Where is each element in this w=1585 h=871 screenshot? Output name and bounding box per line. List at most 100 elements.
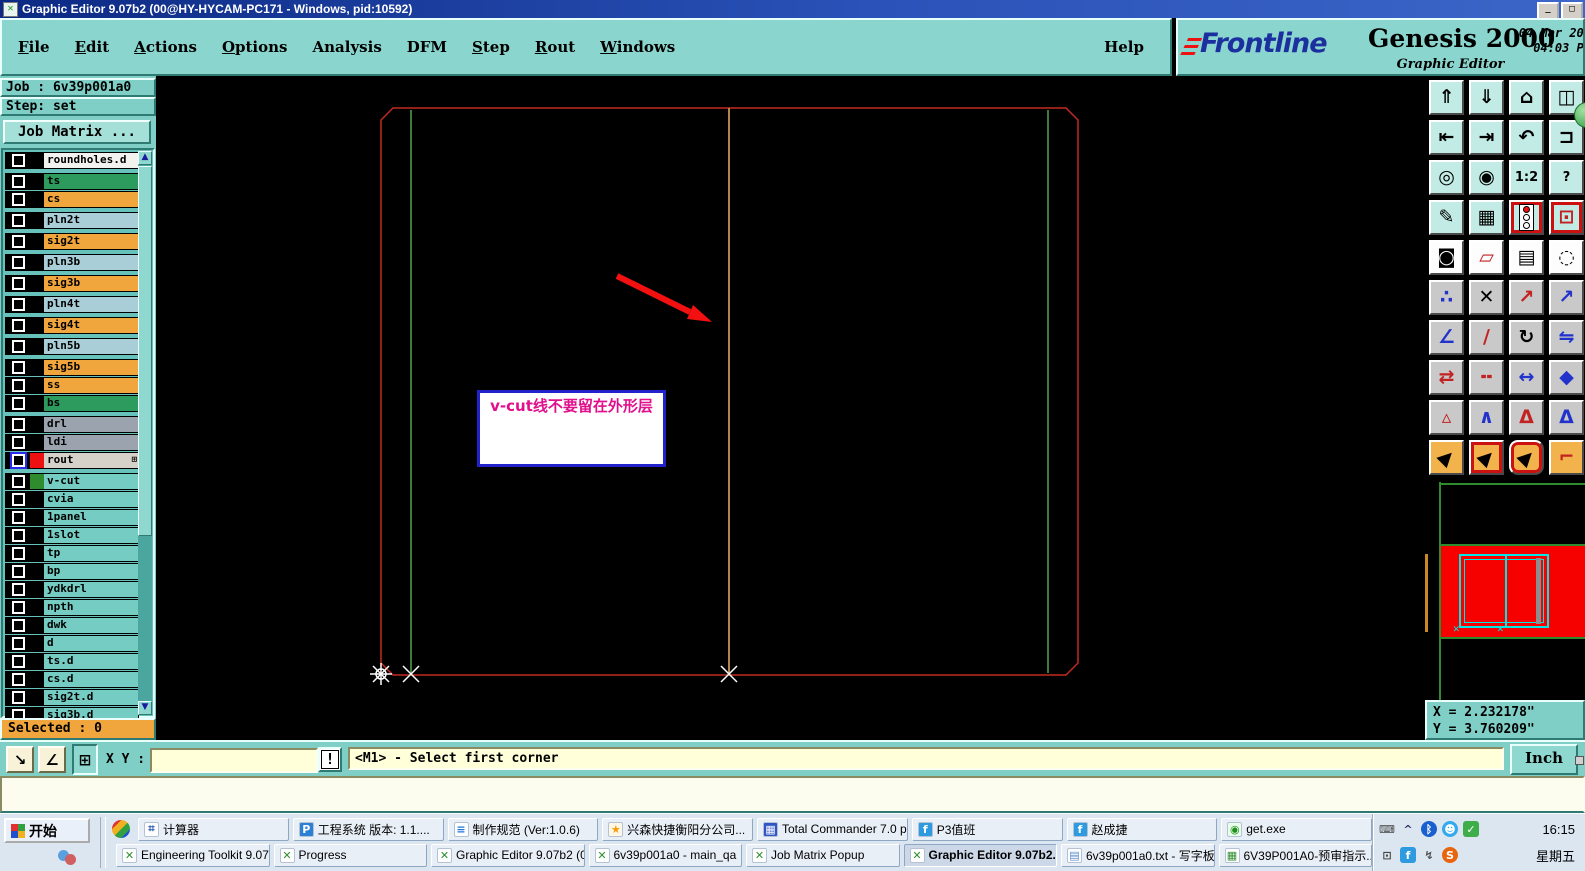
layer-color-swatch[interactable] (30, 234, 44, 249)
task-p3-duty[interactable]: f P3值班 (911, 817, 1063, 841)
rotate-icon[interactable]: ↻ (1509, 320, 1544, 355)
layer-name[interactable]: ts.d (44, 654, 138, 669)
antivirus-shield-icon[interactable]: ✓ (1463, 821, 1479, 837)
home-view-icon[interactable]: ⌂ (1509, 80, 1544, 115)
layer-name[interactable]: ts (44, 174, 138, 189)
task-main-qa[interactable]: ✕ 6v39p001a0 - main_qa (588, 843, 742, 867)
layer-checkbox[interactable] (6, 360, 30, 375)
layer-checkbox[interactable] (6, 510, 30, 525)
sogou-icon[interactable]: S (1442, 847, 1458, 863)
scroll-up-icon[interactable]: ▲ (138, 151, 152, 165)
layer-row-ts[interactable]: ts (5, 173, 139, 190)
layer-name[interactable]: pln4t (44, 297, 138, 312)
layer-checkbox[interactable] (6, 255, 30, 270)
layer-color-swatch[interactable] (30, 618, 44, 633)
layer-name[interactable]: drl (44, 417, 138, 432)
layer-color-swatch[interactable] (30, 564, 44, 579)
units-button[interactable]: Inch (1510, 744, 1584, 775)
layer-name[interactable]: sig4t (44, 318, 138, 333)
layer-color-swatch[interactable] (30, 360, 44, 375)
select-frame-icon[interactable]: ▶ (1469, 440, 1504, 475)
scroll-right-icon[interactable]: ⇥ (1469, 120, 1504, 155)
layer-name[interactable]: sig5b (44, 360, 138, 375)
layer-row-ydkdrl[interactable]: ydkdrl (5, 581, 139, 598)
measure-width-icon[interactable]: ↔ (1509, 360, 1544, 395)
zoom-ratio-icon[interactable]: 1:2 (1509, 160, 1544, 195)
task-eng-system[interactable]: P 工程系统 版本: 1.1.... (292, 817, 444, 841)
chevron-up-icon[interactable]: ∧ (1469, 400, 1504, 435)
layer-checkbox[interactable] (6, 417, 30, 432)
line-measure-icon[interactable]: ∕ (1469, 320, 1504, 355)
task-calculator[interactable]: ⌗ 计算器 (138, 817, 289, 841)
layer-name[interactable]: ldi (44, 435, 138, 450)
overview-thumbnail[interactable]: ✕ ✕ (1425, 482, 1585, 700)
collapse-tray-icon[interactable]: ^ (1400, 821, 1416, 837)
layer-color-swatch[interactable] (30, 417, 44, 432)
layer-row-sig3b[interactable]: sig3b (5, 275, 139, 292)
layer-name[interactable]: 1slot (44, 528, 138, 543)
layer-checkbox[interactable] (6, 339, 30, 354)
layer-row-pln3b[interactable]: pln3b (5, 254, 139, 271)
menu-rout[interactable]: Rout (535, 38, 575, 56)
layer-row-drl[interactable]: drl (5, 416, 139, 433)
menu-edit[interactable]: Edit (75, 38, 110, 56)
layer-checkbox[interactable] (6, 546, 30, 561)
layer-name[interactable]: dwk (44, 618, 138, 633)
layer-name[interactable]: ydkdrl (44, 582, 138, 597)
layer-row-pln5b[interactable]: pln5b (5, 338, 139, 355)
angle-measure-icon[interactable]: ∠ (1429, 320, 1464, 355)
profile-mode-icon[interactable]: ▱ (1469, 240, 1504, 275)
layer-checkbox[interactable] (6, 582, 30, 597)
layer-checkbox[interactable] (6, 618, 30, 633)
layer-row-v-cut[interactable]: v-cut (5, 473, 139, 490)
menu-options[interactable]: Options (222, 38, 288, 56)
task-progress[interactable]: ✕ Progress (273, 843, 427, 867)
triangle-solid-icon[interactable]: Δ (1509, 400, 1544, 435)
layer-row-bp[interactable]: bp (5, 563, 139, 580)
layer-checkbox[interactable] (6, 234, 30, 249)
layer-checkbox[interactable] (6, 435, 30, 450)
task-job-matrix-popup[interactable]: ✕ Job Matrix Popup (746, 843, 900, 867)
layer-name[interactable]: v-cut (44, 474, 138, 489)
feiq-icon[interactable]: f (1400, 847, 1416, 863)
bluetooth-icon[interactable]: ᛒ (1421, 821, 1437, 837)
zoom-area-button[interactable]: ↘ (6, 746, 34, 773)
surface-edit-icon[interactable]: ◆ (1549, 360, 1584, 395)
layer-name[interactable]: tp (44, 546, 138, 561)
layer-checkbox[interactable] (6, 174, 30, 189)
layer-row-ts.d[interactable]: ts.d (5, 653, 139, 670)
layer-row-sig4t[interactable]: sig4t (5, 317, 139, 334)
layer-color-swatch[interactable] (30, 192, 44, 207)
layer-row-sig5b[interactable]: sig5b (5, 359, 139, 376)
mask-mode-icon[interactable]: ◌ (1549, 240, 1584, 275)
layer-color-swatch[interactable] (30, 276, 44, 291)
layer-name[interactable]: pln3b (44, 255, 138, 270)
layer-color-swatch[interactable] (30, 213, 44, 228)
layer-row-pln4t[interactable]: pln4t (5, 296, 139, 313)
layer-checkbox[interactable] (6, 213, 30, 228)
task-review-doc[interactable]: ▦ 6V39P001A0-预审指示.... (1218, 843, 1372, 867)
layer-color-swatch[interactable] (30, 435, 44, 450)
layer-checkbox[interactable] (6, 636, 30, 651)
help-pointer-icon[interactable]: ? (1549, 160, 1584, 195)
layer-row-npth[interactable]: npth (5, 599, 139, 616)
grid-toggle-icon[interactable]: ▦ (1469, 200, 1504, 235)
layer-color-swatch[interactable] (30, 672, 44, 687)
layer-row-sig2t[interactable]: sig2t (5, 233, 139, 250)
layer-row-dwk[interactable]: dwk (5, 617, 139, 634)
menu-help[interactable]: Help (1104, 38, 1144, 56)
layer-row-bs[interactable]: bs (5, 395, 139, 412)
select-poly-icon[interactable]: ▶ (1509, 440, 1544, 475)
layer-color-swatch[interactable] (30, 690, 44, 705)
copy-layer-icon[interactable]: ↗ (1509, 280, 1544, 315)
layer-scrollbar[interactable]: ▲ ▼ (138, 151, 152, 715)
task-company[interactable]: ★ 兴森快捷衡阳分公司... (602, 817, 753, 841)
layer-row-ldi[interactable]: ldi (5, 434, 139, 451)
job-matrix-button[interactable]: Job Matrix ... (3, 120, 151, 144)
layer-name[interactable]: pln5b (44, 339, 138, 354)
task-total-commander[interactable]: ▦ Total Commander 7.0 p... (757, 817, 908, 841)
origin-traffic-icon[interactable] (1509, 200, 1544, 235)
resize-grip[interactable] (1575, 756, 1584, 765)
active-params-icon[interactable]: ⊡ (1549, 200, 1584, 235)
menu-dfm[interactable]: DFM (407, 38, 447, 56)
